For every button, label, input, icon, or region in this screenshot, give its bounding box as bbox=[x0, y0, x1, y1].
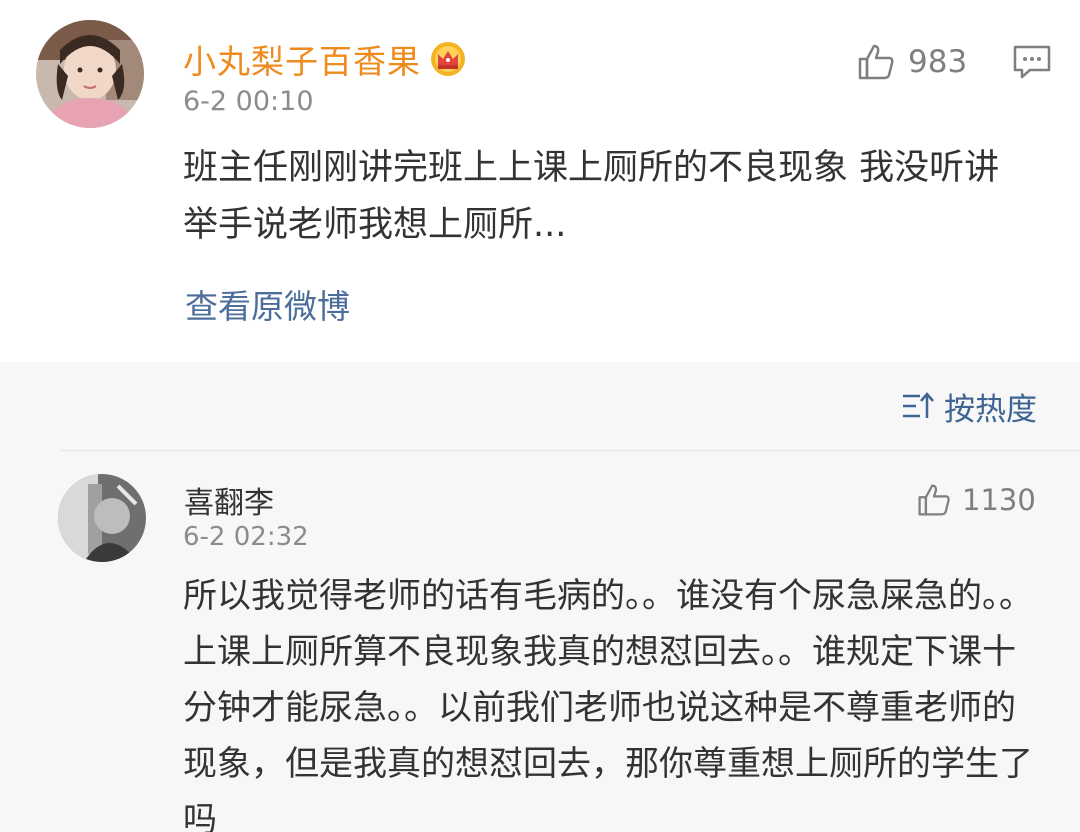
crown-icon bbox=[431, 42, 465, 76]
comment-content: 所以我觉得老师的话有毛病的。。谁没有个尿急屎急的。。上课上厕所算不良现象我真的想… bbox=[183, 576, 1033, 832]
commenter-name[interactable]: 喜翻李 bbox=[184, 478, 274, 522]
sort-icon bbox=[903, 392, 934, 418]
sort-by-hot-button[interactable]: 按热度 bbox=[900, 384, 1037, 428]
comment-like-button[interactable]: 1130 bbox=[916, 480, 1036, 520]
post-like-count: 983 bbox=[908, 44, 968, 80]
thumbs-up-icon bbox=[858, 44, 894, 80]
divider bbox=[60, 450, 1080, 451]
comment-like-count: 1130 bbox=[962, 483, 1036, 517]
post-content: 班主任刚刚讲完班上上课上厕所的不良现象 我没听讲 举手说老师我想上厕所... bbox=[183, 148, 1000, 245]
sort-label: 按热度 bbox=[944, 391, 1037, 428]
commenter-avatar[interactable] bbox=[58, 474, 146, 562]
post-timestamp: 6-2 00:10 bbox=[183, 86, 314, 117]
post-author-name[interactable]: 小丸梨子百香果 bbox=[183, 35, 421, 83]
comment-icon[interactable] bbox=[1012, 44, 1052, 80]
view-original-link[interactable]: 查看原微博 bbox=[185, 280, 350, 328]
weibo-comment-page: 小丸梨子百香果 6-2 00:10 983 班主任刚刚讲完班上上课上厕所的不良现… bbox=[0, 0, 1080, 832]
post-author-avatar[interactable] bbox=[36, 20, 144, 128]
comment-timestamp: 6-2 02:32 bbox=[183, 522, 309, 552]
original-post: 小丸梨子百香果 6-2 00:10 983 班主任刚刚讲完班上上课上厕所的不良现… bbox=[0, 0, 1080, 362]
post-author-row: 小丸梨子百香果 bbox=[183, 34, 467, 84]
post-like-button[interactable]: 983 bbox=[856, 40, 967, 84]
thumbs-up-icon bbox=[918, 484, 950, 516]
